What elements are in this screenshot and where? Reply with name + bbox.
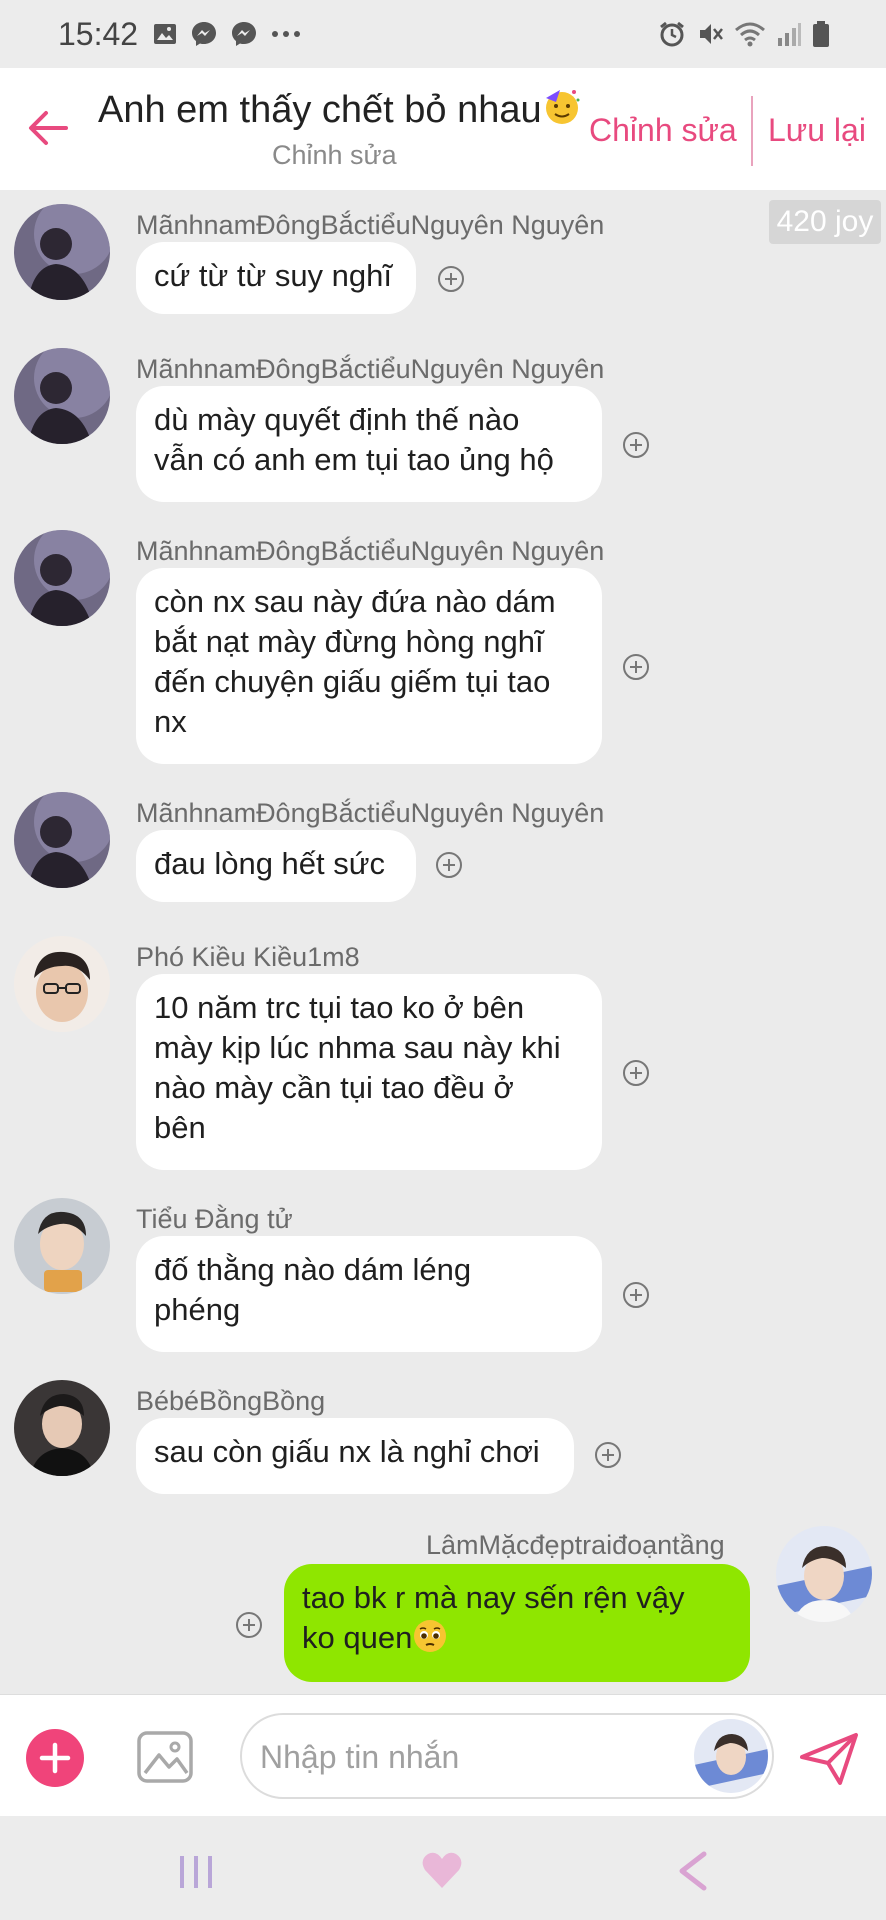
add-reaction-icon[interactable]: [621, 1058, 651, 1088]
back-icon[interactable]: [674, 1850, 710, 1892]
add-reaction-icon[interactable]: [434, 850, 464, 880]
mute-icon: [700, 24, 723, 44]
signal-icon: [778, 23, 801, 46]
header-divider: [751, 96, 753, 166]
send-icon[interactable]: [798, 1731, 860, 1787]
status-time: 15:42: [58, 16, 139, 52]
message-bubble[interactable]: còn nx sau này đứa nào dám bắt nạt mày đ…: [136, 568, 602, 764]
sender-name: MãnhnamĐôngBắctiểuNguyên Nguyên: [136, 798, 605, 828]
avatar[interactable]: [14, 348, 110, 444]
sender-name: MãnhnamĐôngBắctiểuNguyên Nguyên: [136, 210, 605, 240]
add-reaction-icon[interactable]: [621, 652, 651, 682]
system-nav-bar: [0, 1816, 886, 1920]
sender-name: MãnhnamĐôngBắctiểuNguyên Nguyên: [136, 536, 605, 566]
wifi-icon: [735, 22, 765, 47]
chat-header: Anh em thấy chết bỏ nhau Chỉnh sửa Chỉnh…: [0, 68, 886, 190]
recent-apps-icon[interactable]: [176, 1852, 216, 1892]
sticker-avatar-button[interactable]: [694, 1719, 768, 1793]
group-title-text: Anh em thấy chết bỏ nhau: [98, 89, 542, 131]
sender-name: Phó Kiều Kiều1m8: [136, 942, 360, 972]
add-reaction-icon[interactable]: [621, 430, 651, 460]
message-list[interactable]: 420 joy MãnhnamĐôngBắctiểuNguyên Nguyên …: [0, 190, 886, 1694]
add-reaction-icon[interactable]: [593, 1440, 623, 1470]
message-bubble[interactable]: cứ từ từ suy nghĩ: [136, 242, 416, 314]
avatar[interactable]: [776, 1526, 872, 1622]
notification-icons: [152, 20, 302, 48]
plus-icon: [39, 1742, 71, 1774]
message-bubble[interactable]: tao bk r mà nay sến rện vậy ko quen: [284, 1564, 750, 1682]
home-heart-icon[interactable]: [420, 1848, 464, 1892]
party-face-emoji: [545, 90, 580, 124]
system-icons: [658, 20, 830, 48]
sender-name: BébéBồngBồng: [136, 1386, 326, 1416]
avatar[interactable]: [14, 792, 110, 888]
sender-name: Tiểu Đằng tử: [136, 1204, 293, 1234]
battery-icon: [813, 21, 829, 47]
status-bar: 15:42: [0, 0, 886, 68]
add-attachment-button[interactable]: [26, 1729, 84, 1787]
joy-badge: 420 joy: [769, 200, 881, 244]
edit-button[interactable]: Chỉnh sửa: [589, 112, 737, 149]
avatar[interactable]: [14, 1380, 110, 1476]
image-icon: [154, 24, 176, 44]
message-input[interactable]: [260, 1735, 680, 1779]
back-arrow-icon[interactable]: [26, 106, 70, 150]
more-dots-icon: [272, 31, 300, 37]
add-reaction-icon[interactable]: [436, 264, 466, 294]
avatar[interactable]: [14, 1198, 110, 1294]
message-bubble[interactable]: sau còn giấu nx là nghỉ chơi: [136, 1418, 574, 1494]
message-bubble[interactable]: 10 năm trc tụi tao ko ở bên mày kịp lúc …: [136, 974, 602, 1170]
messenger-icon: [192, 22, 216, 46]
sender-name: LâmMặcđẹptraiđoạntầng: [426, 1530, 725, 1560]
add-reaction-icon[interactable]: [234, 1610, 264, 1640]
image-picker-icon[interactable]: [135, 1727, 195, 1787]
composer-bar: [0, 1694, 886, 1816]
message-text: tao bk r mà nay sến rện vậy ko quen: [302, 1580, 685, 1655]
sender-name: MãnhnamĐôngBắctiểuNguyên Nguyên: [136, 354, 605, 384]
alarm-icon: [660, 21, 684, 47]
messenger-icon: [232, 22, 256, 46]
message-bubble[interactable]: đố thằng nào dám léng phéng: [136, 1236, 602, 1352]
message-bubble[interactable]: dù mày quyết định thế nào vẫn có anh em …: [136, 386, 602, 502]
pleading-face-emoji: [414, 1620, 447, 1652]
avatar[interactable]: [14, 936, 110, 1032]
avatar[interactable]: [14, 204, 110, 300]
add-reaction-icon[interactable]: [621, 1280, 651, 1310]
group-subtitle: Chỉnh sửa: [272, 140, 397, 170]
avatar[interactable]: [14, 530, 110, 626]
message-bubble[interactable]: đau lòng hết sức: [136, 830, 416, 902]
group-title: Anh em thấy chết bỏ nhau: [98, 86, 582, 132]
save-button[interactable]: Lưu lại: [768, 112, 866, 149]
message-input-container: [240, 1713, 774, 1799]
